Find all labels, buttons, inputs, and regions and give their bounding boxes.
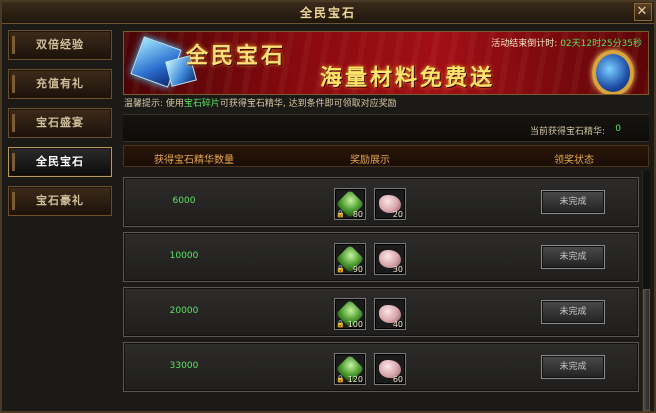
sidebar-item-label: 宝石盛宴 bbox=[36, 116, 84, 129]
sidebar-item-double-exp[interactable]: 双倍经验 bbox=[8, 30, 112, 60]
title-bar: 全民宝石 ✕ bbox=[2, 2, 654, 24]
reward-slot[interactable]: 20 bbox=[374, 188, 406, 220]
table-row: 20000 🔒 100 40 未完成 bbox=[123, 287, 639, 337]
sidebar-item-gem-gift[interactable]: 宝石豪礼 bbox=[8, 186, 112, 216]
header-rewards: 奖励展示 bbox=[350, 155, 390, 166]
reward-qty: 20 bbox=[392, 210, 403, 219]
header-status: 领奖状态 bbox=[554, 155, 594, 166]
reward-slot[interactable]: 🔒 120 bbox=[334, 353, 366, 385]
current-essence-value: 0 bbox=[615, 124, 621, 134]
required-amount: 10000 bbox=[169, 251, 199, 261]
reward-slot[interactable]: 40 bbox=[374, 298, 406, 330]
claim-button[interactable]: 未完成 bbox=[541, 245, 605, 269]
table-row: 33000 🔒 120 60 未完成 bbox=[123, 342, 639, 392]
lock-icon: 🔒 bbox=[336, 265, 345, 273]
tab-lead-decoration bbox=[12, 114, 15, 132]
sidebar: 双倍经验 充值有礼 宝石盛宴 全民宝石 宝石豪礼 bbox=[8, 30, 116, 410]
window-title: 全民宝石 bbox=[299, 6, 356, 20]
claim-button[interactable]: 未完成 bbox=[541, 190, 605, 214]
close-icon: ✕ bbox=[636, 4, 650, 19]
tip-text: 温馨提示: 使用宝石碎片可获得宝石精华, 达到条件即可领取对应奖励 bbox=[124, 96, 397, 109]
table-row: 10000 🔒 90 30 未完成 bbox=[123, 232, 639, 282]
reward-list: 6000 🔒 80 20 未完成 10000 🔒 90 30 未完成 20000… bbox=[123, 171, 639, 411]
header-required: 获得宝石精华数量 bbox=[154, 155, 234, 166]
activity-window: 全民宝石 ✕ 双倍经验 充值有礼 宝石盛宴 全民宝石 宝石豪礼 全民宝石 海量材… bbox=[0, 0, 656, 413]
sidebar-item-label: 全民宝石 bbox=[36, 155, 84, 168]
required-amount: 20000 bbox=[169, 306, 199, 316]
main-panel: 全民宝石 海量材料免费送 活动结束倒计时: 02天12时25分35秒 温馨提示:… bbox=[120, 28, 652, 412]
reward-qty: 40 bbox=[392, 320, 403, 329]
claim-button[interactable]: 未完成 bbox=[541, 355, 605, 379]
reward-qty: 60 bbox=[392, 375, 403, 384]
tab-lead-decoration bbox=[12, 192, 15, 210]
lock-icon: 🔒 bbox=[336, 375, 345, 383]
sidebar-item-label: 宝石豪礼 bbox=[36, 194, 84, 207]
countdown-value: 02天12时25分35秒 bbox=[560, 39, 642, 49]
gold-amulet-icon bbox=[592, 50, 634, 94]
current-essence-bar: 当前获得宝石精华: 0 bbox=[123, 114, 649, 142]
tab-lead-decoration bbox=[12, 153, 15, 171]
reward-slot[interactable]: 🔒 80 bbox=[334, 188, 366, 220]
sidebar-item-label: 双倍经验 bbox=[36, 38, 84, 51]
tab-lead-decoration bbox=[12, 75, 15, 93]
reward-slot[interactable]: 🔒 90 bbox=[334, 243, 366, 275]
tip-suffix: 可获得宝石精华, 达到条件即可领取对应奖励 bbox=[219, 99, 397, 109]
banner-subtitle: 海量材料免费送 bbox=[320, 65, 496, 91]
table-row: 6000 🔒 80 20 未完成 bbox=[123, 177, 639, 227]
tip-prefix: 温馨提示: 使用 bbox=[124, 99, 184, 109]
tip-highlight: 宝石碎片 bbox=[183, 99, 220, 109]
reward-qty: 120 bbox=[347, 375, 363, 384]
reward-qty: 90 bbox=[352, 265, 363, 274]
table-header: 获得宝石精华数量 奖励展示 领奖状态 bbox=[123, 145, 649, 167]
tab-lead-decoration bbox=[12, 36, 15, 54]
reward-slot[interactable]: 30 bbox=[374, 243, 406, 275]
required-amount: 33000 bbox=[169, 361, 199, 371]
reward-slot[interactable]: 🔒 100 bbox=[334, 298, 366, 330]
sidebar-item-all-gems[interactable]: 全民宝石 bbox=[8, 147, 112, 177]
banner-title: 全民宝石 bbox=[186, 43, 287, 69]
countdown-label: 活动结束倒计时: bbox=[491, 39, 561, 49]
close-button[interactable]: ✕ bbox=[634, 3, 652, 21]
lock-icon: 🔒 bbox=[336, 320, 345, 328]
sidebar-item-label: 充值有礼 bbox=[36, 77, 84, 90]
event-banner: 全民宝石 海量材料免费送 活动结束倒计时: 02天12时25分35秒 bbox=[123, 31, 649, 95]
reward-qty: 80 bbox=[352, 210, 363, 219]
claim-button[interactable]: 未完成 bbox=[541, 300, 605, 324]
sidebar-item-recharge-gift[interactable]: 充值有礼 bbox=[8, 69, 112, 99]
reward-qty: 30 bbox=[392, 265, 403, 274]
lock-icon: 🔒 bbox=[336, 210, 345, 218]
countdown: 活动结束倒计时: 02天12时25分35秒 bbox=[491, 36, 642, 49]
reward-qty: 100 bbox=[347, 320, 363, 329]
required-amount: 6000 bbox=[172, 196, 196, 206]
sidebar-item-gem-feast[interactable]: 宝石盛宴 bbox=[8, 108, 112, 138]
current-essence-label: 当前获得宝石精华: bbox=[529, 127, 605, 137]
scrollbar[interactable] bbox=[642, 171, 650, 411]
reward-slot[interactable]: 60 bbox=[374, 353, 406, 385]
scroll-thumb[interactable] bbox=[643, 289, 650, 411]
